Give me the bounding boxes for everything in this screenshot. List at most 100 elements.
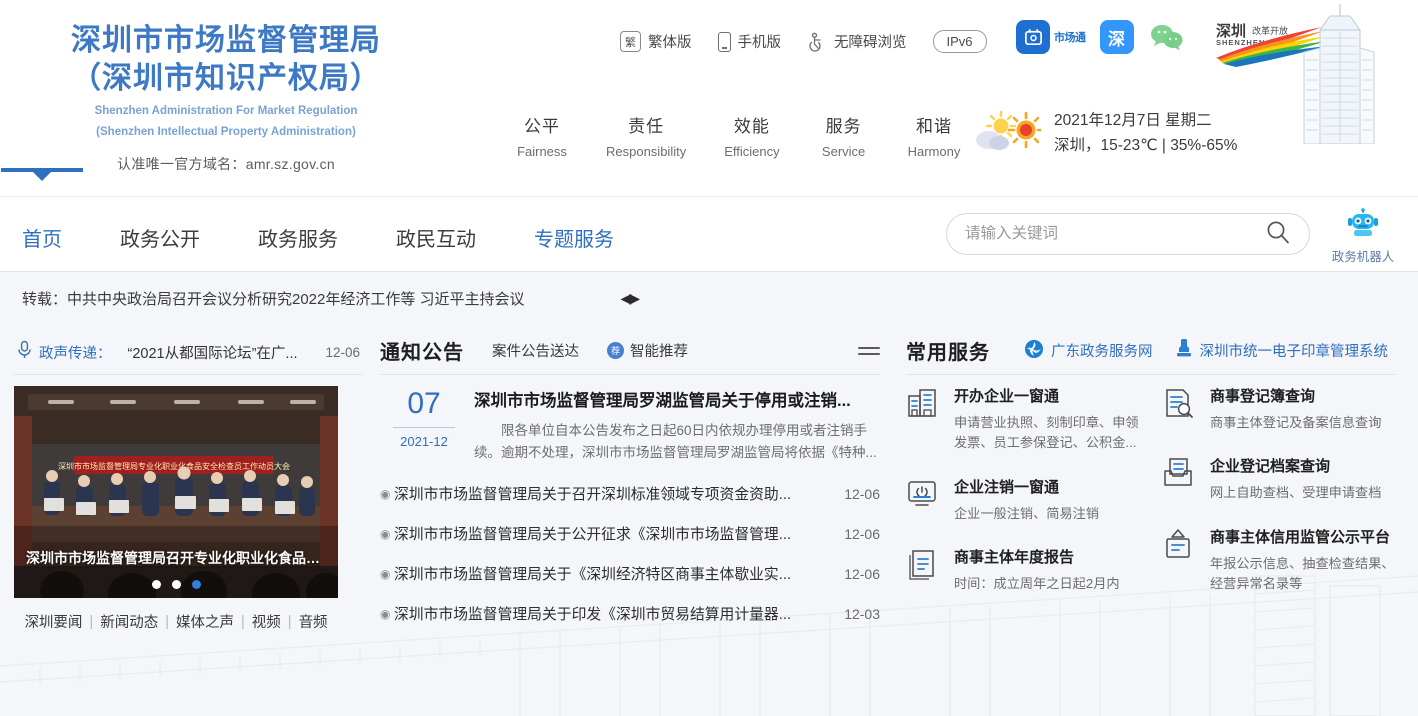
page-root: 深圳市市场监督管理局 （深圳市知识产权局） Shenzhen Administr… — [0, 0, 1418, 716]
nav-item-government-affairs-disclosure[interactable]: 政务公开 — [120, 197, 200, 274]
notice-panel-title: 通知公告 — [380, 336, 464, 365]
services-panel-title: 常用服务 — [906, 336, 990, 365]
search-box[interactable] — [946, 213, 1310, 255]
value-cn: 责任 — [606, 112, 686, 137]
nav-item-citizen-interaction[interactable]: 政民互动 — [396, 197, 476, 274]
bullet-icon: ◉ — [380, 487, 394, 501]
link-news-updates[interactable]: 新闻动态 — [100, 611, 158, 632]
core-values-row: 公平 Fairness 责任 Responsibility 效能 Efficie… — [516, 112, 960, 159]
service-card-business-startup[interactable]: 开办企业一窗通 申请营业执照、刻制印章、申领发票、员工参保登记、公积金... — [906, 385, 1140, 454]
traditional-chinese-label: 繁体版 — [648, 31, 692, 52]
electronic-seal-link[interactable]: 深圳市统一电子印章管理系统 — [1175, 339, 1389, 363]
link-audio[interactable]: 音频 — [299, 611, 328, 632]
carousel-dot-2[interactable] — [172, 580, 181, 589]
guangdong-service-icon — [1024, 339, 1044, 363]
list-item-date: 12-06 — [844, 566, 880, 582]
value-cn: 效能 — [724, 112, 779, 137]
weather-date: 2021年12月7日 星期二 — [1054, 108, 1237, 133]
guangdong-service-label: 广东政务服务网 — [1051, 340, 1153, 361]
left-column: 政声传递： “2021从都国际论坛”在广... 12-06 — [14, 336, 362, 634]
annual-report-icon — [906, 546, 940, 594]
traditional-chinese-icon: 繁 — [620, 31, 641, 52]
guangdong-service-link[interactable]: 广东政务服务网 — [1024, 339, 1153, 363]
voice-headline[interactable]: “2021从都国际论坛”在广... — [128, 342, 316, 363]
service-card-credit-supervision[interactable]: 商事主体信用监管公示平台 年报公示信息、抽查检查结果、经营异常名录等 — [1162, 526, 1396, 595]
news-ticker: 转载：中共中央政治局召开会议分析研究2022年经济工作等 习近平主持会议 ◀▶ — [0, 272, 1418, 324]
left-bottom-links: 深圳要闻 | 新闻动态 | 媒体之声 | 视频 | 音频 — [14, 611, 338, 632]
divider: | — [89, 614, 93, 630]
list-item-date: 12-06 — [844, 526, 880, 542]
mobile-version-link[interactable]: 手机版 — [718, 31, 782, 52]
value-en: Harmony — [908, 144, 961, 159]
photo-carousel[interactable]: 深圳市市场监督管理局专业化职业化食品安全检查员工作动员大会 — [14, 386, 338, 598]
service-card-business-cancellation[interactable]: 企业注销一窗通 企业一般注销、简易注销 — [906, 476, 1140, 524]
government-robot-button[interactable]: 政务机器人 — [1322, 208, 1404, 265]
nav-item-special-services[interactable]: 专题服务 — [534, 197, 614, 274]
nav-item-government-services[interactable]: 政务服务 — [258, 197, 338, 274]
ishenzhen-app-icon[interactable]: 深 — [1100, 20, 1134, 54]
list-item[interactable]: ◉ 深圳市市场监督管理局关于召开深圳标准领域专项资金资助... 12-06 — [380, 474, 880, 514]
shichangtong-app[interactable]: 市场通 — [1016, 20, 1086, 54]
accessibility-link[interactable]: 无障碍浏览 — [807, 31, 907, 52]
case-announcement-link[interactable]: 案件公告送达 — [492, 340, 579, 361]
featured-day: 07 — [380, 387, 468, 420]
list-item-title[interactable]: 深圳市市场监督管理局关于召开深圳标准领域专项资金资助... — [394, 483, 844, 504]
list-item[interactable]: ◉ 深圳市市场监督管理局关于印发《深圳市贸易结算用计量器... 12-03 — [380, 594, 880, 634]
carousel-caption: 深圳市市场监督管理局召开专业化职业化食品安全检... — [14, 548, 338, 568]
services-panel-header: 常用服务 广东政务服务网 — [906, 336, 1396, 375]
list-item-title[interactable]: 深圳市市场监督管理局关于公开征求《深圳市市场监督管理... — [394, 523, 844, 544]
skyscraper-illustration — [1274, 4, 1384, 144]
link-video[interactable]: 视频 — [252, 611, 281, 632]
partly-cloudy-sun-icon — [975, 110, 1041, 156]
featured-notice[interactable]: 07 2021-12 深圳市市场监督管理局罗湖监管局关于停用或注销... 限各单… — [380, 375, 880, 470]
traditional-chinese-toggle[interactable]: 繁 繁体版 — [620, 31, 692, 52]
service-desc: 企业一般注销、简易注销 — [954, 504, 1140, 524]
smart-recommend-link[interactable]: 荐 智能推荐 — [607, 340, 688, 361]
site-header: 深圳市市场监督管理局 （深圳市知识产权局） Shenzhen Administr… — [0, 0, 1418, 196]
services-column-1: 开办企业一窗通 申请营业执照、刻制印章、申领发票、员工参保登记、公积金... — [906, 385, 1140, 617]
service-card-archive-query[interactable]: 企业登记档案查询 网上自助查档、受理申请查档 — [1162, 455, 1396, 503]
primary-nav-bar: 首页 政务公开 政务服务 政民互动 专题服务 — [0, 196, 1418, 272]
logo-title-line1: 深圳市市场监督管理局 — [16, 22, 436, 60]
nav-item-home[interactable]: 首页 — [22, 197, 62, 274]
list-item[interactable]: ◉ 深圳市市场监督管理局关于公开征求《深圳市市场监督管理... 12-06 — [380, 514, 880, 554]
list-item-title[interactable]: 深圳市市场监督管理局关于印发《深圳市贸易结算用计量器... — [394, 603, 844, 624]
value-fairness: 公平 Fairness — [516, 112, 568, 159]
service-desc: 网上自助查档、受理申请查档 — [1210, 483, 1396, 503]
carousel-dot-1[interactable] — [152, 580, 161, 589]
service-name: 商事主体信用监管公示平台 — [1210, 529, 1390, 546]
featured-notice-date: 07 2021-12 — [380, 387, 468, 464]
service-card-annual-report[interactable]: 商事主体年度报告 时间：成立周年之日起2月内 — [906, 546, 1140, 594]
wechat-icon[interactable] — [1148, 22, 1186, 52]
value-en: Fairness — [516, 144, 568, 159]
building-registration-icon — [906, 385, 940, 454]
search-input[interactable] — [965, 225, 1265, 243]
ipv6-badge[interactable]: IPv6 — [933, 30, 987, 53]
site-logo[interactable]: 深圳市市场监督管理局 （深圳市知识产权局） Shenzhen Administr… — [16, 22, 436, 174]
smart-recommend-label: 智能推荐 — [630, 340, 688, 361]
services-panel: 常用服务 广东政务服务网 — [906, 336, 1404, 634]
seal-stamp-icon — [1175, 339, 1193, 363]
shichangtong-app-icon — [1016, 20, 1050, 54]
list-item[interactable]: ◉ 深圳市市场监督管理局关于《深圳经济特区商事主体歇业实... 12-06 — [380, 554, 880, 594]
list-item-title[interactable]: 深圳市市场监督管理局关于《深圳经济特区商事主体歇业实... — [394, 563, 844, 584]
divider: | — [241, 614, 245, 630]
list-item-date: 12-03 — [844, 606, 880, 622]
search-icon[interactable] — [1265, 219, 1291, 250]
link-media-voice[interactable]: 媒体之声 — [176, 611, 234, 632]
ticker-headline[interactable]: 转载：中共中央政治局召开会议分析研究2022年经济工作等 习近平主持会议 — [22, 288, 525, 309]
ticker-arrows[interactable]: ◀▶ — [621, 290, 639, 307]
link-shenzhen-news[interactable]: 深圳要闻 — [24, 611, 82, 632]
service-card-registry-query[interactable]: 商事登记簿查询 商事主体登记及备案信息查询 — [1162, 385, 1396, 433]
mobile-phone-icon — [718, 32, 731, 52]
value-cn: 服务 — [818, 112, 870, 137]
voice-transmission-row[interactable]: 政声传递： “2021从都国际论坛”在广... 12-06 — [14, 336, 362, 375]
featured-notice-title[interactable]: 深圳市市场监督管理局罗湖监管局关于停用或注销... — [474, 387, 880, 411]
value-en: Service — [818, 144, 870, 159]
shichangtong-app-label: 市场通 — [1054, 29, 1086, 45]
divider — [393, 427, 455, 428]
value-harmony: 和谐 Harmony — [908, 112, 961, 159]
carousel-dot-3[interactable] — [192, 580, 201, 589]
more-lines-icon[interactable] — [858, 343, 880, 359]
notice-panel: 通知公告 案件公告送达 荐 智能推荐 07 2021-12 深圳 — [380, 336, 880, 634]
